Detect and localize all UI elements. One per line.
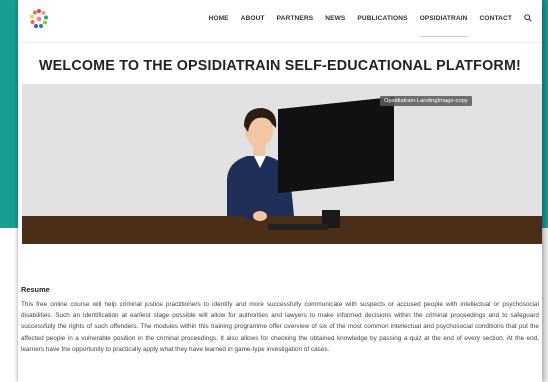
- page-title: WELCOME TO THE OPSIDIATRAIN SELF-EDUCATI…: [38, 58, 522, 74]
- nav-publications[interactable]: PUBLICATIONS: [357, 15, 407, 22]
- page-container: HOME ABOUT PARTNERS NEWS PUBLICATIONS OP…: [18, 0, 542, 382]
- nav-contact[interactable]: CONTACT: [480, 15, 512, 22]
- main-nav: HOME ABOUT PARTNERS NEWS PUBLICATIONS OP…: [208, 14, 532, 37]
- hero-illustration: [22, 84, 542, 244]
- site-header: HOME ABOUT PARTNERS NEWS PUBLICATIONS OP…: [18, 0, 542, 43]
- resume-heading: Resume: [21, 285, 50, 294]
- nav-news[interactable]: NEWS: [325, 15, 345, 22]
- background-left-teal: [0, 0, 18, 228]
- resume-body: This free online course will help crimin…: [21, 301, 539, 353]
- site-logo-icon[interactable]: [28, 8, 50, 30]
- nav-partners[interactable]: PARTNERS: [277, 15, 314, 22]
- search-icon[interactable]: [524, 14, 532, 22]
- nav-opsidiatrain[interactable]: OPSIDIATRAIN: [419, 15, 468, 37]
- background-left-white: [0, 228, 18, 382]
- hero-image: Opsidiatrain-LandingImage-copy: [22, 84, 542, 244]
- background-right-white: [542, 228, 548, 382]
- nav-about[interactable]: ABOUT: [241, 15, 265, 22]
- nav-home[interactable]: HOME: [208, 15, 228, 22]
- image-label-badge: Opsidiatrain-LandingImage-copy: [380, 96, 472, 106]
